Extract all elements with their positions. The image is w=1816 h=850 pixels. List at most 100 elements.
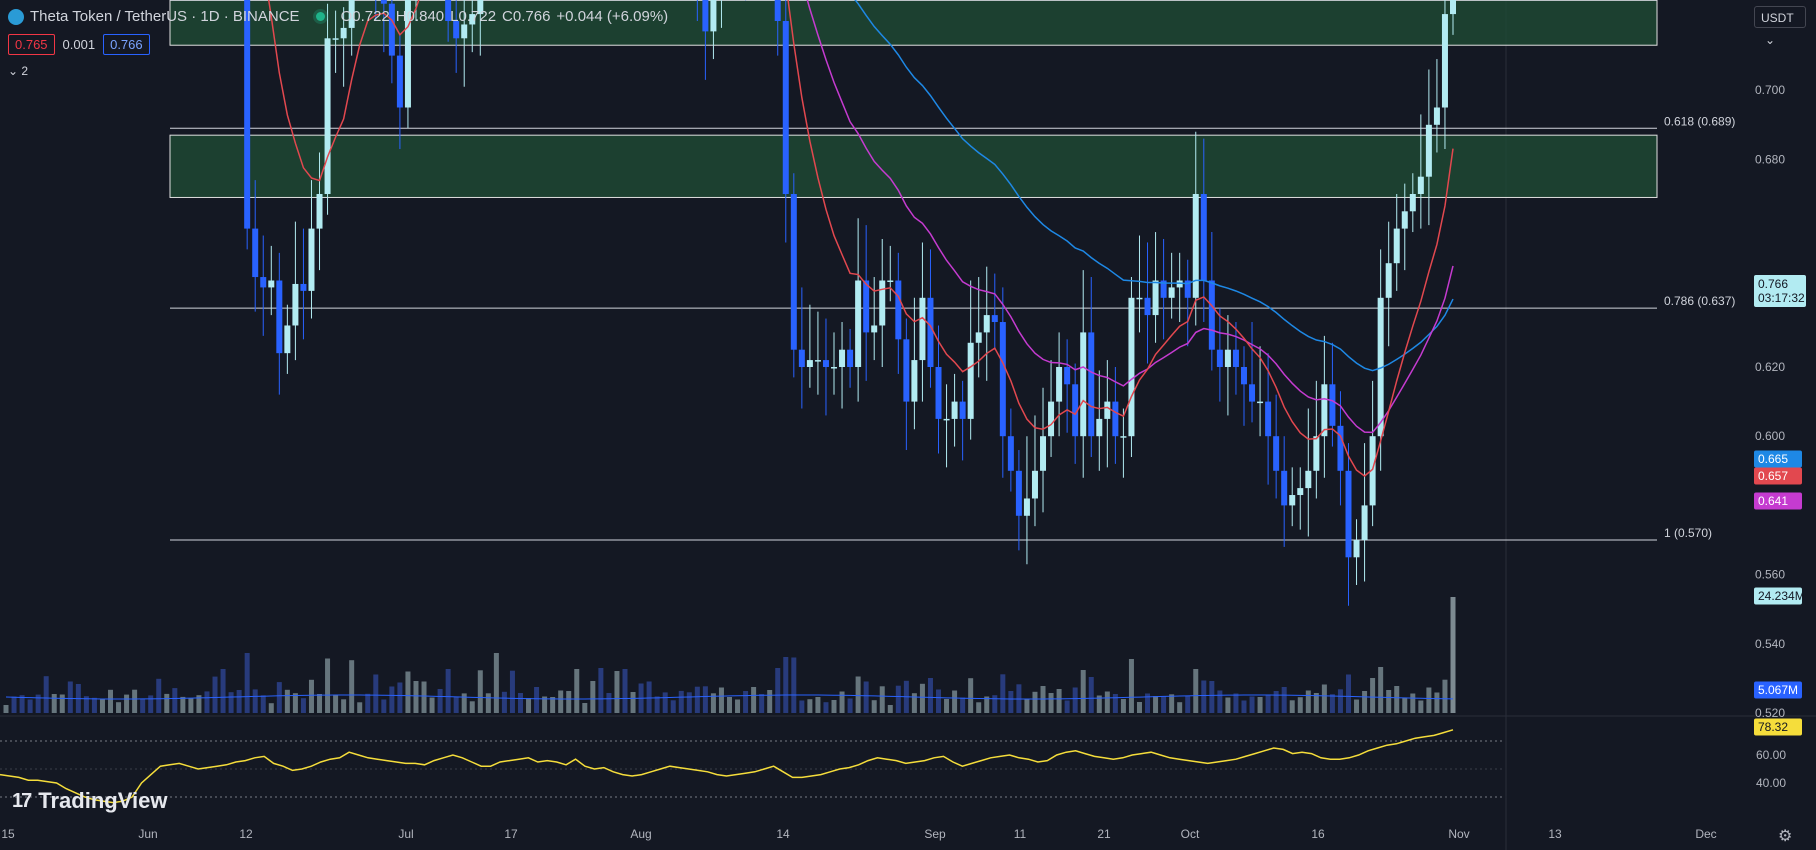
volume-bar	[1394, 686, 1400, 713]
candle-body	[919, 297, 926, 361]
volume-bar	[622, 669, 628, 713]
date-tick: 16	[1311, 827, 1325, 841]
ohlc-close: C0.766	[502, 8, 551, 25]
volume-bar	[855, 676, 861, 713]
candle-body	[814, 360, 821, 362]
volume-bar	[236, 690, 242, 713]
candle-body	[959, 401, 966, 419]
buy-button[interactable]: 0.766	[103, 34, 150, 55]
candle-body	[1112, 401, 1119, 437]
volume-bar	[461, 693, 467, 713]
volume-bar	[188, 698, 194, 713]
volume-bar	[228, 692, 234, 713]
volume-bar	[574, 669, 580, 713]
volume-bar	[59, 694, 65, 713]
volume-bar	[1289, 700, 1295, 713]
volume-bar	[260, 695, 266, 713]
tradingview-logo[interactable]: 17 TradingView	[12, 788, 167, 814]
volume-bar	[276, 682, 282, 713]
volume-bar	[1345, 674, 1351, 713]
candle-body	[1040, 436, 1047, 471]
candle-body	[1031, 470, 1038, 499]
zone-support	[169, 134, 1658, 198]
volume-bar	[164, 693, 170, 713]
candle-body	[461, 24, 468, 39]
volume-bar	[381, 699, 387, 713]
volume-bar	[735, 699, 741, 713]
volume-bar	[694, 686, 700, 713]
volume-bar	[807, 699, 813, 713]
candle-body	[1281, 470, 1288, 506]
volume-bar	[140, 698, 146, 713]
volume-bar	[590, 681, 596, 713]
tradingview-mark-icon: 17	[12, 789, 32, 812]
candle-body	[284, 325, 291, 354]
volume-bar	[244, 653, 250, 713]
date-tick: 13	[1548, 827, 1562, 841]
currency-label: USDT	[1761, 11, 1794, 25]
date-tick: 21	[1097, 827, 1111, 841]
volume-bar	[485, 693, 491, 713]
volume-bar	[1410, 693, 1416, 713]
volume-bar	[847, 698, 853, 713]
volume-bar	[534, 687, 540, 713]
candle-body	[276, 280, 283, 354]
symbol-title[interactable]: Theta Token / TetherUS · 1D · BINANCE	[30, 8, 300, 25]
price-tick: 0.620	[1755, 360, 1785, 374]
volume-bar	[670, 700, 676, 713]
volume-bar	[526, 698, 532, 713]
volume-bar	[727, 697, 732, 713]
volume-bar	[421, 681, 427, 713]
candle-body	[1224, 349, 1231, 367]
price-chart[interactable]: 0 (0.881)0.236 (0.808)0.382 (0.762)0.5 (…	[0, 0, 1816, 850]
volume-bar	[1032, 691, 1038, 713]
sell-button[interactable]: 0.765	[8, 34, 55, 55]
candle-body	[1096, 418, 1103, 437]
candle-body	[1289, 495, 1296, 506]
volume-bar	[252, 689, 258, 713]
candle-body	[1152, 280, 1159, 316]
date-tick: Aug	[630, 827, 651, 841]
volume-bar	[91, 697, 97, 713]
volume-bar	[204, 691, 210, 713]
volume-bar	[815, 697, 821, 713]
candle-body	[1441, 14, 1448, 108]
candle-body	[1273, 436, 1280, 471]
volume-bar	[1273, 691, 1279, 713]
volume-bar	[1056, 689, 1062, 713]
date-tick: 15	[1, 827, 15, 841]
volume-bar	[1209, 681, 1215, 713]
candle-body	[252, 228, 259, 278]
volume-bar	[743, 691, 749, 713]
candle-body	[903, 339, 910, 402]
candle-body	[1385, 263, 1392, 298]
volume-bar	[284, 689, 290, 713]
volume-bar	[606, 693, 612, 713]
candle-body	[316, 194, 323, 229]
volume-bar	[1321, 684, 1327, 713]
indicator-toggle[interactable]: ⌄ 2	[8, 64, 28, 78]
gear-icon[interactable]: ⚙	[1778, 826, 1792, 846]
rsi-badge-text: 78.32	[1758, 720, 1788, 734]
volume-bar	[341, 699, 347, 713]
volume-bar	[1257, 697, 1263, 713]
candle-body	[774, 0, 781, 21]
volume-bar	[317, 694, 323, 713]
volume-bar	[1112, 694, 1118, 713]
currency-dropdown[interactable]: USDT ⌄	[1754, 6, 1806, 47]
candle-body	[822, 360, 829, 367]
volume-bar	[445, 669, 451, 713]
volume-bar	[333, 695, 339, 713]
volume-bar	[1450, 597, 1456, 713]
volume-bar	[1426, 687, 1432, 713]
volume-bar	[1354, 699, 1360, 713]
fib-label: 1 (0.570)	[1664, 526, 1712, 540]
volume-bar	[976, 702, 982, 713]
volume-bar	[823, 702, 829, 713]
chart-background	[0, 0, 1816, 850]
price-tick: 0.540	[1755, 637, 1785, 651]
volume-bar	[517, 693, 523, 713]
volume-bar	[413, 681, 419, 713]
candle-body	[1321, 384, 1328, 437]
volume-bar	[952, 690, 958, 713]
